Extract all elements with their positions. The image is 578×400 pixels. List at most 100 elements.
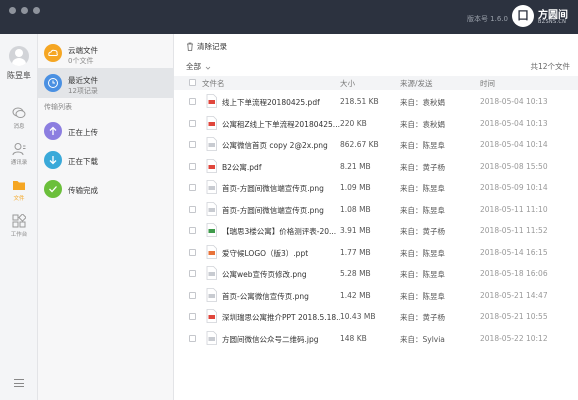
column-header-source[interactable]: 来源/发送: [400, 78, 433, 89]
img-file-icon: [206, 180, 217, 194]
row-checkbox[interactable]: [189, 227, 196, 234]
panel-item-uploading[interactable]: 正在上传: [38, 116, 174, 146]
downloading-label: 正在下载: [68, 157, 98, 166]
table-row[interactable]: 公寓web宣传页修改.png 5.28 MB 来自：陈昱阜 2018-05-18 16…: [174, 263, 578, 285]
column-header-time[interactable]: 时间: [480, 78, 495, 89]
row-checkbox[interactable]: [189, 184, 196, 191]
uploading-label: 正在上传: [68, 128, 98, 137]
file-source: 来自：陈昱阜: [400, 184, 445, 193]
file-time: 2018-05-21 10:55: [480, 312, 548, 321]
panel-item-completed[interactable]: 传输完成: [38, 174, 174, 204]
file-name: 首页-方圆间微信端宣传页.png: [222, 205, 324, 215]
column-header-name[interactable]: 文件名: [202, 78, 225, 89]
window-maximize-button[interactable]: [33, 7, 40, 14]
title-bar: 版本号 1.6.0 囗 方圆间 BZSNS.CN: [0, 0, 578, 34]
pdf-file-icon: [206, 309, 217, 323]
table-row[interactable]: 首页-方圆间微信端宣传页.png 1.08 MB 来自：陈昱阜 2018-05-11 …: [174, 199, 578, 221]
row-checkbox[interactable]: [189, 162, 196, 170]
table-row[interactable]: 【瑞思3楼公寓】价格测评表-20... 3.91 MB 来自：黄子杨 2018-05-…: [174, 220, 578, 242]
nav-item-contacts[interactable]: 通讯录: [0, 142, 38, 166]
img-file-icon: [206, 330, 217, 345]
nav-item-workbench[interactable]: 工作台: [0, 214, 38, 238]
table-row[interactable]: 方圆间微信公众号二维码.jpg 148 KB 来自：Sylvia 2018-05-22…: [174, 328, 578, 350]
panel-item-cloud-files[interactable]: 云端文件 0个文件: [38, 38, 174, 68]
toolbar: 清除记录: [174, 34, 578, 58]
row-checkbox[interactable]: [189, 119, 196, 127]
table-row[interactable]: 公寓微信首页 copy 2@2x.png 862.67 KB 来自：陈昱阜 2018-…: [174, 134, 578, 156]
panel-item-recent-files[interactable]: 最近文件 12项记录: [38, 68, 174, 98]
table-row[interactable]: 线上下单流程20180425.pdf 218.51 KB 来自：袁秋娟 2018-05…: [174, 91, 578, 113]
transfer-panel: 云端文件 0个文件 最近文件 12项记录 传输列表 正在上传 正在下载 传输完成: [38, 34, 174, 400]
clear-records-button[interactable]: 清除记录: [182, 39, 231, 53]
img-file-icon: [206, 201, 217, 216]
chevron-down-icon[interactable]: [205, 65, 211, 71]
file-time: 2018-05-04 10:13: [480, 97, 548, 106]
file-size: 1.77 MB: [340, 247, 371, 257]
file-time: 2018-05-04 10:14: [480, 140, 548, 149]
row-checkbox[interactable]: [189, 270, 196, 277]
file-name: 公寓web宣传页修改.png: [222, 270, 307, 279]
logo-subtext: BZSNS.CN: [538, 19, 567, 25]
file-name: 公寓租Z线上下单流程20180425....: [222, 119, 340, 129]
ppt-file-icon: [206, 244, 217, 259]
pdf-file-icon: [206, 158, 217, 173]
file-source: 来自：袁秋娟: [400, 119, 445, 129]
table-row[interactable]: 首页-方圆间微信端宣传页.png 1.09 MB 来自：陈昱阜 2018-05-09 …: [174, 177, 578, 199]
pdf-file-icon: [206, 115, 217, 130]
contacts-icon: [12, 143, 26, 156]
menu-icon[interactable]: [14, 379, 24, 388]
nav-item-messages[interactable]: 消息: [0, 106, 38, 130]
avatar[interactable]: [9, 46, 29, 66]
row-checkbox[interactable]: [189, 248, 196, 256]
nav-label-workbench: 工作台: [10, 232, 28, 238]
table-row[interactable]: 首页-公寓微信宣传页.png 1.42 MB 来自：陈昱阜 2018-05-21 14…: [174, 285, 578, 307]
panel-item-downloading[interactable]: 正在下载: [38, 145, 174, 175]
table-row[interactable]: 深圳瑞思公寓推介PPT 2018.5.18... 10.43 MB 来自：黄子杨 20…: [174, 306, 578, 328]
file-source: 来自：黄子杨: [400, 313, 445, 322]
table-row[interactable]: 公寓租Z线上下单流程20180425.... 220 KB 来自：袁秋娟 2018-0…: [174, 113, 578, 135]
file-size: 862.67 KB: [340, 140, 379, 149]
window-minimize-button[interactable]: [21, 7, 28, 14]
file-source: 来自：Sylvia: [400, 334, 445, 344]
row-checkbox[interactable]: [189, 98, 196, 105]
file-source: 来自：陈昱阜: [400, 248, 445, 258]
trash-icon: [187, 42, 193, 51]
select-all-checkbox[interactable]: [189, 79, 196, 86]
filter-select[interactable]: 全部: [186, 61, 201, 72]
row-checkbox[interactable]: [189, 205, 196, 213]
workbench-icon: [12, 214, 26, 228]
file-size: 1.08 MB: [340, 204, 371, 214]
nav-item-files[interactable]: 文件: [0, 178, 38, 202]
file-time: 2018-05-11 11:52: [480, 226, 548, 235]
row-checkbox[interactable]: [189, 291, 196, 299]
table-row[interactable]: 爱守候LOGO（版3）.ppt 1.77 MB 来自：陈昱阜 2018-05-14 1…: [174, 242, 578, 264]
file-size: 148 KB: [340, 333, 367, 343]
img-file-icon: [206, 266, 217, 280]
row-checkbox[interactable]: [189, 313, 196, 320]
file-time: 2018-05-21 14:47: [480, 290, 548, 300]
recent-files-count: 12项记录: [68, 87, 98, 95]
download-icon: [44, 151, 62, 169]
file-size: 1.42 MB: [340, 290, 371, 300]
row-checkbox[interactable]: [189, 141, 196, 148]
column-header-size[interactable]: 大小: [340, 78, 355, 89]
left-nav: 陈昱阜 消息 通讯录 文件 工作台: [0, 34, 38, 400]
file-count: 共12个文件: [530, 62, 570, 71]
table-row[interactable]: B2公寓.pdf 8.21 MB 来自：黄子杨 2018-05-08 15:50: [174, 156, 578, 178]
file-size: 10.43 MB: [340, 312, 376, 321]
completed-label: 传输完成: [68, 186, 98, 195]
file-name: 深圳瑞思公寓推介PPT 2018.5.18...: [222, 313, 340, 322]
upload-icon: [44, 122, 62, 140]
cloud-icon: [44, 44, 62, 62]
app-logo: 囗 方圆间 BZSNS.CN: [512, 5, 572, 29]
file-time: 2018-05-18 16:06: [480, 269, 548, 278]
file-source: 来自：陈昱阜: [400, 141, 445, 150]
logo-mark-icon: 囗: [512, 5, 534, 27]
file-source: 来自：黄子杨: [400, 162, 445, 172]
clock-icon: [44, 74, 62, 92]
row-checkbox[interactable]: [189, 334, 196, 342]
file-name: 方圆间微信公众号二维码.jpg: [222, 334, 319, 344]
file-source: 来自：陈昱阜: [400, 205, 445, 215]
window-close-button[interactable]: [9, 7, 16, 14]
file-size: 8.21 MB: [340, 161, 371, 171]
